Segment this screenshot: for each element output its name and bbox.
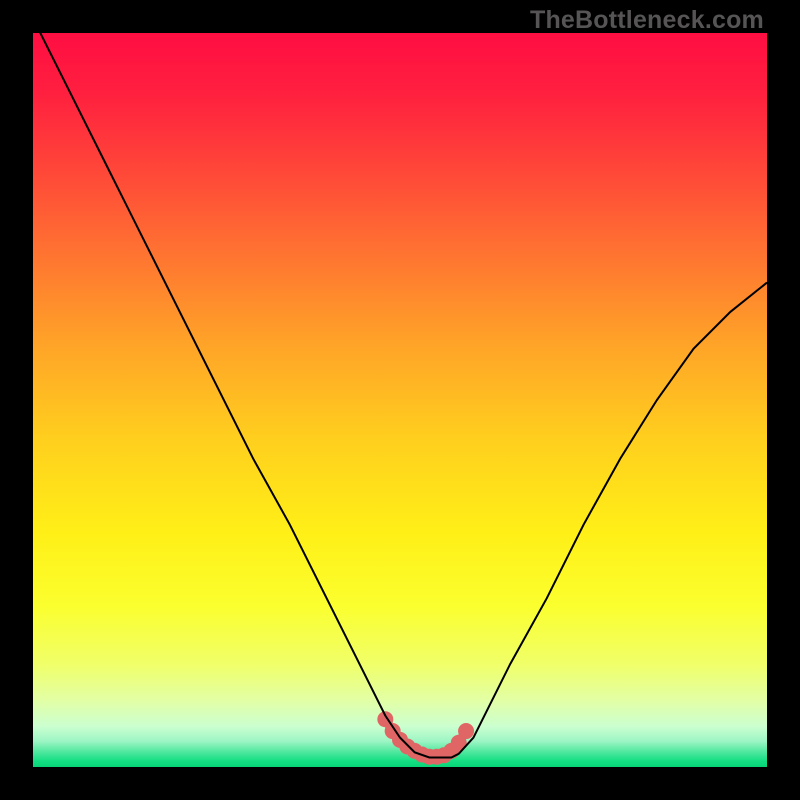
bottleneck-curve [33,33,767,757]
optimum-marker-dot [458,723,474,739]
watermark-text: TheBottleneck.com [530,6,764,35]
chart-frame: TheBottleneck.com [0,0,800,800]
chart-svg [33,33,767,767]
plot-area [33,33,767,767]
